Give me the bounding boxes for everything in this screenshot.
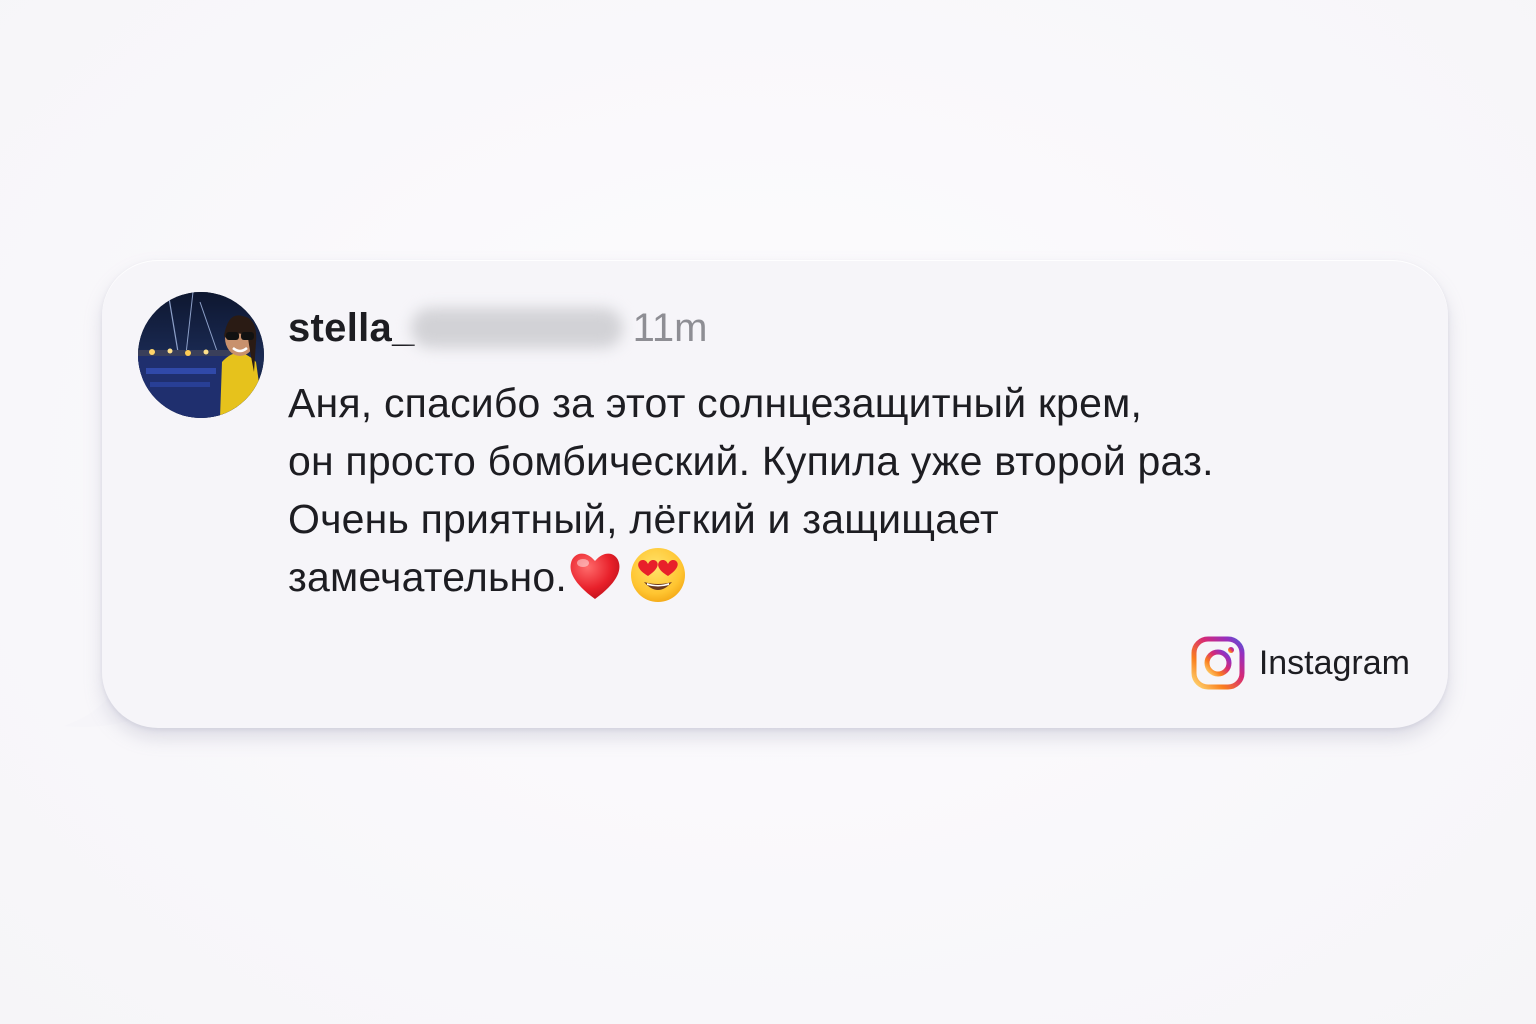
timestamp: 11m: [632, 305, 708, 350]
avatar[interactable]: [138, 292, 264, 418]
username-redaction: [410, 308, 623, 348]
screen: stella_ 11m Аня, спасибо за этот солнцез…: [0, 0, 1536, 1024]
comment-line: Аня, спасибо за этот солнцезащитный крем…: [288, 380, 1143, 426]
instagram-icon: [1191, 636, 1245, 690]
heart-emoji: [570, 553, 620, 600]
comment-line: замечательно.: [288, 554, 567, 600]
comment-line: Очень приятный, лёгкий и защищает: [288, 496, 999, 542]
instagram-brand: Instagram: [1191, 636, 1410, 690]
comment-bubble: stella_ 11m Аня, спасибо за этот солнцез…: [60, 256, 1452, 732]
avatar-photo: [138, 292, 264, 418]
comment-line-last: замечательно.: [288, 548, 1418, 606]
heart-eyes-emoji: [630, 548, 685, 603]
comment-text: Аня, спасибо за этот солнцезащитный крем…: [288, 374, 1418, 606]
instagram-label: Instagram: [1258, 643, 1410, 682]
comment-line: он просто бомбический. Купила уже второй…: [288, 438, 1214, 484]
username[interactable]: stella_: [288, 306, 415, 351]
comment-header: stella_ 11m: [288, 300, 707, 356]
